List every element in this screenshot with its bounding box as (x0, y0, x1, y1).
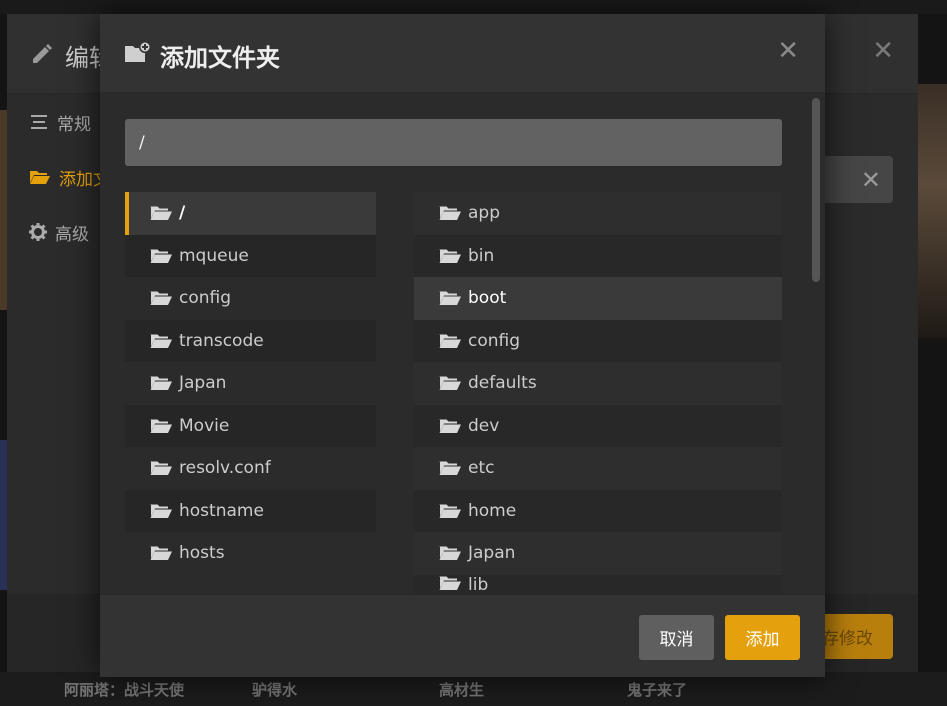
folder-name: etc (468, 458, 495, 479)
path-input[interactable] (125, 119, 782, 166)
folder-add-icon (125, 41, 151, 62)
folder-open-icon (150, 504, 172, 518)
folder-open-icon (439, 504, 461, 518)
folder-row[interactable]: transcode (125, 319, 376, 362)
folder-row[interactable]: Movie (125, 404, 376, 447)
folder-row[interactable]: home (414, 489, 782, 532)
folder-open-icon (439, 291, 461, 306)
folder-row[interactable]: boot (414, 277, 782, 320)
close-icon: ✕ (860, 165, 881, 194)
folder-open-icon (439, 376, 461, 391)
poster-title[interactable]: 驴得水 (252, 679, 297, 700)
poster-title[interactable]: 鬼子来了 (627, 679, 687, 700)
folder-browser: / mqueue config transcode Japan Movie resolv.c… (100, 94, 825, 594)
folder-open-icon (30, 171, 50, 184)
folder-row[interactable]: app (414, 192, 782, 235)
poster-title[interactable]: 高材生 (439, 679, 484, 700)
remove-folder-button[interactable]: ✕ (825, 156, 893, 203)
folder-open-icon (150, 461, 172, 476)
folder-open-icon (439, 249, 461, 263)
folder-row[interactable]: Japan (125, 362, 376, 405)
folder-open-icon (150, 334, 172, 348)
folder-row[interactable]: / (125, 192, 376, 235)
gear-icon (29, 223, 47, 241)
nav-item-advanced[interactable]: 高级 (7, 205, 107, 259)
folder-name: mqueue (179, 245, 249, 266)
folder-open-icon (150, 291, 172, 306)
folder-row[interactable]: config (414, 319, 782, 362)
folder-row[interactable]: resolv.conf (125, 447, 376, 490)
top-bar (0, 0, 947, 14)
pencil-icon (33, 44, 52, 63)
folder-row[interactable]: lib (414, 574, 782, 595)
poster-thumbnail (0, 110, 7, 310)
folder-name: Japan (179, 373, 227, 394)
folder-name: config (179, 288, 232, 309)
folder-name: boot (468, 288, 507, 309)
folder-name: / (179, 203, 186, 224)
folder-name: hosts (179, 543, 225, 564)
add-folder-title: 添加文件夹 (160, 44, 280, 72)
folder-open-icon (150, 546, 172, 561)
folder-row[interactable]: mqueue (125, 234, 376, 277)
nav-item-general[interactable]: 常规 (7, 95, 107, 149)
nav-item-label: 常规 (57, 114, 91, 135)
folder-open-icon (150, 419, 172, 433)
folder-name: defaults (468, 373, 537, 394)
folder-row[interactable]: dev (414, 404, 782, 447)
folder-row[interactable]: hostname (125, 489, 376, 532)
folder-open-icon (150, 376, 172, 391)
folder-open-icon (439, 546, 461, 561)
folder-name: config (468, 330, 521, 351)
folder-name: resolv.conf (179, 458, 271, 479)
list-icon (31, 115, 47, 129)
folder-row[interactable]: hosts (125, 532, 376, 575)
folder-open-icon (150, 249, 172, 263)
add-button[interactable]: 添加 (725, 615, 800, 660)
folder-row[interactable]: Japan (414, 532, 782, 575)
poster-thumbnail (918, 84, 947, 338)
folder-row[interactable]: etc (414, 447, 782, 490)
nav-item-label: 高级 (55, 224, 89, 245)
parent-folder-list: / mqueue config transcode Japan Movie resolv.c… (125, 192, 376, 575)
cancel-button[interactable]: 取消 (639, 615, 714, 660)
close-icon[interactable]: ✕ (872, 36, 894, 66)
folder-name: hostname (179, 500, 264, 521)
folder-name: app (468, 203, 500, 224)
folder-name: lib (468, 574, 489, 595)
folder-open-icon (439, 334, 461, 348)
folder-name: dev (468, 415, 500, 436)
folder-open-icon (439, 206, 461, 221)
child-folder-list: app bin boot config defaults dev etc home Japan l… (414, 192, 782, 594)
folder-name: home (468, 500, 517, 521)
folder-name: Movie (179, 415, 230, 436)
add-folder-header: 添加文件夹 ✕ (100, 14, 825, 93)
folder-open-icon (439, 576, 461, 590)
add-folder-footer: 取消 添加 (100, 594, 825, 677)
nav-item-add-folder[interactable]: 添加文 (7, 150, 110, 204)
folder-row[interactable]: defaults (414, 362, 782, 405)
folder-name: bin (468, 245, 495, 266)
close-icon[interactable]: ✕ (777, 36, 799, 66)
folder-name: transcode (179, 330, 264, 351)
scrollbar-thumb[interactable] (812, 98, 820, 282)
folder-open-icon (439, 419, 461, 433)
folder-open-icon (439, 461, 461, 476)
add-folder-dialog: 添加文件夹 ✕ / mqueue config transcode Japan Movie… (100, 14, 825, 677)
poster-title[interactable]: 阿丽塔：战斗天使 (64, 679, 184, 700)
folder-name: Japan (468, 543, 516, 564)
folder-open-icon (150, 206, 172, 221)
folder-row[interactable]: config (125, 277, 376, 320)
folder-row[interactable]: bin (414, 234, 782, 277)
poster-thumbnail (0, 440, 7, 590)
